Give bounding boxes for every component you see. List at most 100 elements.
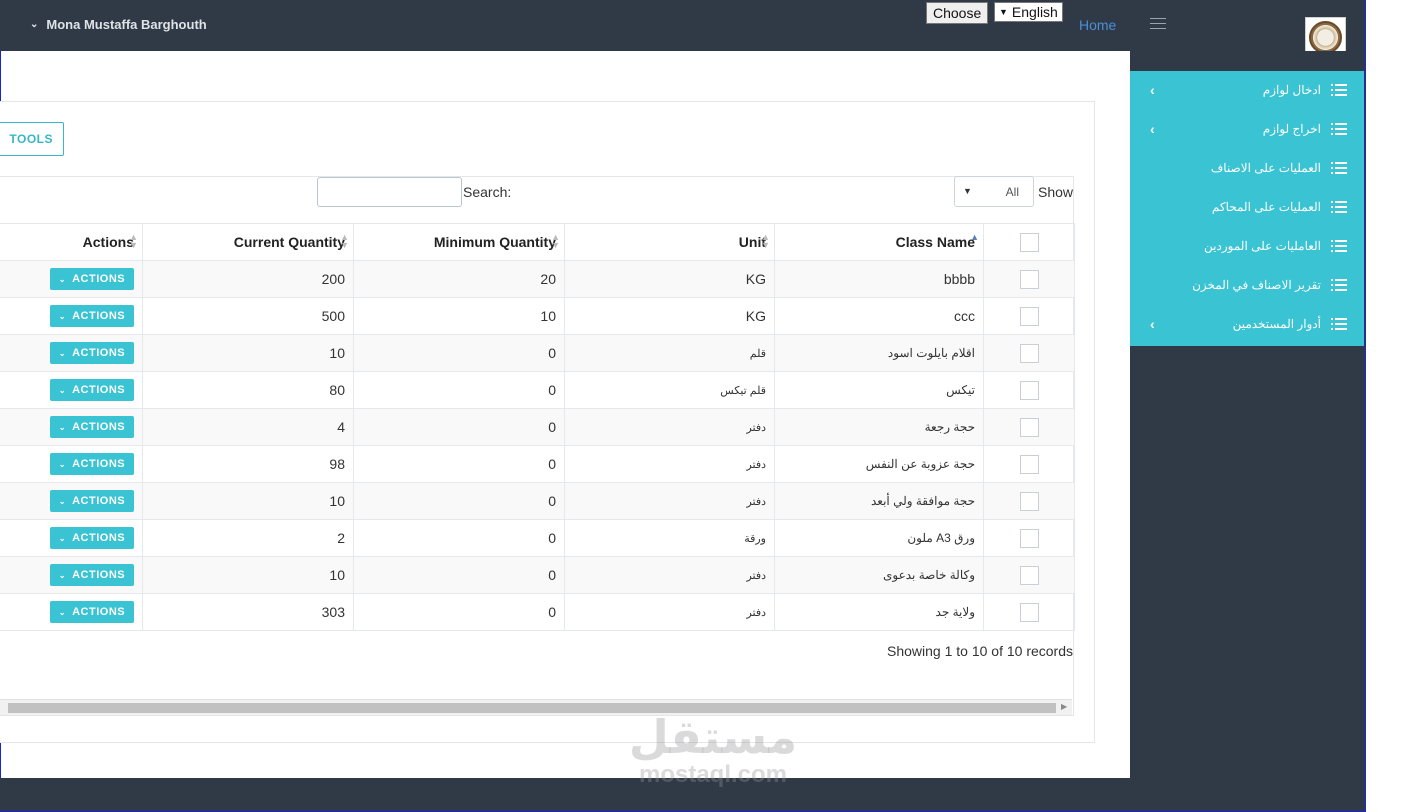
current-quantity-cell: 2 bbox=[142, 519, 354, 557]
search-input[interactable] bbox=[317, 177, 462, 207]
table-row[interactable]: ⌄ ACTIONS 10 0 قلم اقلام بايلوت اسود bbox=[0, 334, 1075, 372]
row-checkbox[interactable] bbox=[1019, 454, 1039, 474]
list-icon bbox=[1331, 201, 1347, 213]
sort-asc-icon: ▲ bbox=[970, 232, 979, 242]
column-header-select-all bbox=[983, 223, 1075, 261]
select-all-checkbox[interactable] bbox=[1019, 232, 1039, 252]
actions-cell: ⌄ ACTIONS bbox=[0, 445, 143, 483]
class-name-cell: وكالة خاصة بدعوى bbox=[774, 556, 984, 594]
actions-label: ACTIONS bbox=[72, 347, 126, 359]
minimum-quantity-cell: 20 bbox=[353, 260, 565, 298]
chevron-down-icon: ⌄ bbox=[30, 19, 39, 30]
table-row[interactable]: ⌄ ACTIONS 80 0 قلم تيكس تيكس bbox=[0, 371, 1075, 409]
actions-cell: ⌄ ACTIONS bbox=[0, 260, 143, 298]
minimum-quantity-cell: 0 bbox=[353, 556, 565, 594]
show-label: Show bbox=[1038, 184, 1074, 200]
class-name-cell: ولاية جد bbox=[774, 593, 984, 631]
scroll-right-arrow-icon[interactable]: ▶ bbox=[1061, 702, 1067, 711]
column-label: Current Quantity bbox=[233, 234, 345, 250]
column-header-actions[interactable]: Actions ▲ ▼ bbox=[0, 223, 143, 261]
row-checkbox[interactable] bbox=[1019, 269, 1039, 289]
current-quantity-cell: 200 bbox=[142, 260, 354, 298]
select-cell bbox=[983, 445, 1075, 483]
sidebar-item[interactable]: تقرير الاصناف في المخزن bbox=[1130, 266, 1364, 305]
column-header-minimum-quantity[interactable]: Minimum Quantity ▲ ▼ bbox=[353, 223, 565, 261]
sidebar-item[interactable]: العمليات على المحاكم bbox=[1130, 188, 1364, 227]
sidebar-item[interactable]: العمليات على الاصناف bbox=[1130, 149, 1364, 188]
actions-label: ACTIONS bbox=[72, 606, 126, 618]
actions-cell: ⌄ ACTIONS bbox=[0, 297, 143, 335]
row-checkbox[interactable] bbox=[1019, 306, 1039, 326]
row-actions-button[interactable]: ⌄ ACTIONS bbox=[50, 490, 134, 512]
class-name-cell: حجة موافقة ولي أبعد bbox=[774, 482, 984, 520]
chevron-left-icon: ‹ bbox=[1150, 82, 1155, 98]
row-actions-button[interactable]: ⌄ ACTIONS bbox=[50, 342, 134, 364]
select-cell bbox=[983, 260, 1075, 298]
language-select[interactable]: ▼ English bbox=[994, 2, 1063, 22]
actions-label: ACTIONS bbox=[72, 384, 126, 396]
hamburger-menu-icon[interactable] bbox=[1150, 18, 1166, 30]
row-actions-button[interactable]: ⌄ ACTIONS bbox=[50, 379, 134, 401]
column-header-current-quantity[interactable]: Current Quantity ▲ ▼ bbox=[142, 223, 354, 261]
search-label: Search: bbox=[463, 184, 512, 200]
page-length-select[interactable]: ▼ All bbox=[954, 176, 1034, 207]
choose-button[interactable]: Choose bbox=[926, 2, 989, 24]
tools-button[interactable]: TOOLS bbox=[0, 122, 64, 156]
list-icon bbox=[1331, 279, 1347, 291]
table-row[interactable]: ⌄ ACTIONS 303 0 دفتر ولاية جد bbox=[0, 593, 1075, 631]
home-link[interactable]: Home bbox=[1079, 17, 1116, 33]
row-checkbox[interactable] bbox=[1019, 343, 1039, 363]
user-menu[interactable]: ⌄ Mona Mustaffa Barghouth bbox=[30, 17, 207, 32]
language-value: English bbox=[1011, 4, 1058, 20]
scrollbar-thumb[interactable] bbox=[8, 703, 1056, 713]
table-row[interactable]: ⌄ ACTIONS 200 20 KG bbbb bbox=[0, 260, 1075, 298]
sidebar-item-label: اخراج لوازم bbox=[1262, 122, 1321, 136]
row-actions-button[interactable]: ⌄ ACTIONS bbox=[50, 453, 134, 475]
row-checkbox[interactable] bbox=[1019, 380, 1039, 400]
row-checkbox[interactable] bbox=[1019, 417, 1039, 437]
row-actions-button[interactable]: ⌄ ACTIONS bbox=[50, 601, 134, 623]
table-row[interactable]: ⌄ ACTIONS 500 10 KG ccc bbox=[0, 297, 1075, 335]
list-icon bbox=[1331, 84, 1347, 96]
minimum-quantity-cell: 0 bbox=[353, 482, 565, 520]
column-header-unit[interactable]: Unit ▲ ▼ bbox=[564, 223, 775, 261]
minimum-quantity-cell: 0 bbox=[353, 334, 565, 372]
row-actions-button[interactable]: ⌄ ACTIONS bbox=[50, 564, 134, 586]
horizontal-scrollbar[interactable]: ▶ bbox=[0, 699, 1072, 715]
row-checkbox[interactable] bbox=[1019, 565, 1039, 585]
row-actions-button[interactable]: ⌄ ACTIONS bbox=[50, 305, 134, 327]
row-checkbox[interactable] bbox=[1019, 602, 1039, 622]
list-icon bbox=[1331, 318, 1347, 330]
minimum-quantity-cell: 0 bbox=[353, 445, 565, 483]
row-actions-button[interactable]: ⌄ ACTIONS bbox=[50, 416, 134, 438]
actions-cell: ⌄ ACTIONS bbox=[0, 482, 143, 520]
actions-cell: ⌄ ACTIONS bbox=[0, 371, 143, 409]
current-quantity-cell: 10 bbox=[142, 334, 354, 372]
unit-cell: قلم bbox=[564, 334, 775, 372]
current-quantity-cell: 303 bbox=[142, 593, 354, 631]
column-header-class-name[interactable]: Class Name ▲ bbox=[774, 223, 984, 261]
user-name: Mona Mustaffa Barghouth bbox=[46, 17, 207, 32]
table-row[interactable]: ⌄ ACTIONS 10 0 دفتر وكالة خاصة بدعوى bbox=[0, 556, 1075, 594]
actions-cell: ⌄ ACTIONS bbox=[0, 556, 143, 594]
select-cell bbox=[983, 334, 1075, 372]
sidebar-item[interactable]: العامليات على الموردين bbox=[1130, 227, 1364, 266]
row-checkbox[interactable] bbox=[1019, 491, 1039, 511]
actions-label: ACTIONS bbox=[72, 458, 126, 470]
sort-icon: ▲ ▼ bbox=[129, 232, 138, 250]
actions-label: ACTIONS bbox=[72, 532, 126, 544]
current-quantity-cell: 10 bbox=[142, 556, 354, 594]
row-checkbox[interactable] bbox=[1019, 528, 1039, 548]
sidebar-item[interactable]: اخراج لوازم ‹ bbox=[1130, 110, 1364, 149]
sidebar-item[interactable]: أدوار المستخدمين ‹ bbox=[1130, 305, 1364, 344]
tools-label: TOOLS bbox=[9, 132, 53, 146]
row-actions-button[interactable]: ⌄ ACTIONS bbox=[50, 268, 134, 290]
table-row[interactable]: ⌄ ACTIONS 98 0 دفتر حجة عزوبة عن النفس bbox=[0, 445, 1075, 483]
sidebar-item-label: العامليات على الموردين bbox=[1204, 239, 1321, 253]
table-row[interactable]: ⌄ ACTIONS 4 0 دفتر حجة رجعة bbox=[0, 408, 1075, 446]
sidebar-item-label: ادخال لوازم bbox=[1262, 83, 1321, 97]
table-row[interactable]: ⌄ ACTIONS 10 0 دفتر حجة موافقة ولي أبعد bbox=[0, 482, 1075, 520]
table-row[interactable]: ⌄ ACTIONS 2 0 ورقة ورق A3 ملون bbox=[0, 519, 1075, 557]
row-actions-button[interactable]: ⌄ ACTIONS bbox=[50, 527, 134, 549]
sidebar-item[interactable]: ادخال لوازم ‹ bbox=[1130, 71, 1364, 110]
